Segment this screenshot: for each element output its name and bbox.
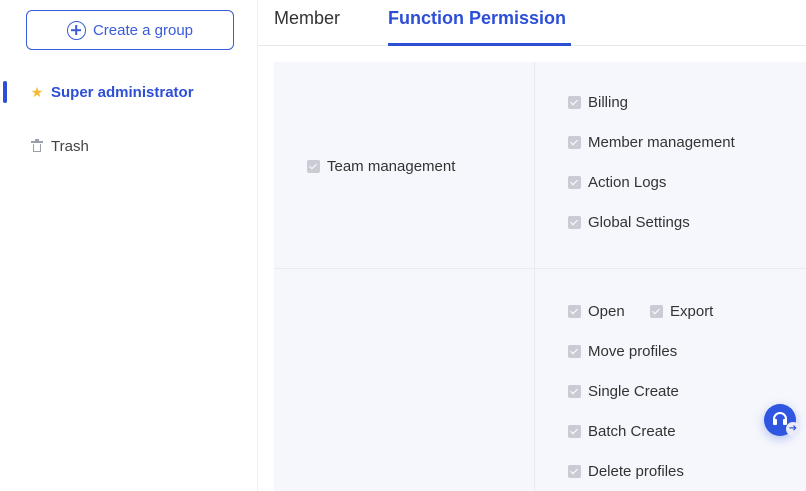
- checkbox-checked-icon: [568, 465, 581, 478]
- checkbox-label: Delete profiles: [588, 463, 684, 480]
- checkbox-checked-icon: [568, 176, 581, 189]
- star-icon: ★: [30, 84, 44, 100]
- trash-icon: [30, 139, 44, 153]
- checkbox-checked-icon: [568, 216, 581, 229]
- checkbox-member-management[interactable]: Member management: [568, 134, 735, 151]
- checkbox-label: Batch Create: [588, 423, 676, 440]
- checkbox-checked-icon: [307, 160, 320, 173]
- checkbox-global-settings[interactable]: Global Settings: [568, 214, 690, 231]
- checkbox-move-profiles[interactable]: Move profiles: [568, 343, 677, 360]
- checkbox-label: Global Settings: [588, 214, 690, 231]
- active-indicator: [3, 81, 7, 103]
- checkbox-export[interactable]: Export: [650, 303, 713, 320]
- checkbox-batch-create[interactable]: Batch Create: [568, 423, 676, 440]
- checkbox-checked-icon: [568, 96, 581, 109]
- sidebar-item-trash[interactable]: Trash: [0, 131, 257, 161]
- checkbox-checked-icon: [568, 385, 581, 398]
- arrow-right-icon: ➜: [786, 422, 800, 436]
- active-tab-underline: [388, 43, 571, 46]
- checkbox-checked-icon: [568, 305, 581, 318]
- sidebar-item-label: Super administrator: [51, 83, 194, 101]
- checkbox-label: Member management: [588, 134, 735, 151]
- checkbox-checked-icon: [568, 425, 581, 438]
- tab-member[interactable]: Member: [274, 8, 340, 29]
- tab-function-permission[interactable]: Function Permission: [388, 8, 566, 29]
- sidebar-item-label: Trash: [51, 137, 89, 155]
- sidebar: Create a group ★ Super administrator Tra…: [0, 0, 258, 491]
- checkbox-checked-icon: [568, 345, 581, 358]
- checkbox-checked-icon: [568, 136, 581, 149]
- checkbox-label: Open: [588, 303, 625, 320]
- checkbox-label: Move profiles: [588, 343, 678, 360]
- create-group-label: Create a group: [92, 21, 194, 39]
- checkbox-team-management[interactable]: Team management: [307, 158, 455, 175]
- checkbox-label: Action Logs: [588, 174, 667, 191]
- plus-circle-icon: [66, 20, 86, 40]
- checkbox-action-logs[interactable]: Action Logs: [568, 174, 666, 191]
- sidebar-item-super-administrator[interactable]: ★ Super administrator: [0, 77, 257, 107]
- column-divider: [534, 62, 535, 491]
- checkbox-label: Team management: [327, 158, 456, 175]
- checkbox-billing[interactable]: Billing: [568, 94, 628, 111]
- checkbox-single-create[interactable]: Single Create: [568, 383, 679, 400]
- support-button[interactable]: ➜: [764, 404, 800, 436]
- checkbox-checked-icon: [650, 305, 663, 318]
- checkbox-label: Single Create: [588, 383, 679, 400]
- checkbox-label: Export: [670, 303, 714, 320]
- checkbox-delete-profiles[interactable]: Delete profiles: [568, 463, 684, 480]
- tab-bar: Member Function Permission: [258, 0, 806, 46]
- checkbox-open[interactable]: Open: [568, 303, 625, 320]
- checkbox-label: Billing: [588, 94, 629, 111]
- permission-table: Team management Billing Member managemen…: [274, 62, 806, 491]
- create-group-button[interactable]: Create a group: [26, 10, 234, 50]
